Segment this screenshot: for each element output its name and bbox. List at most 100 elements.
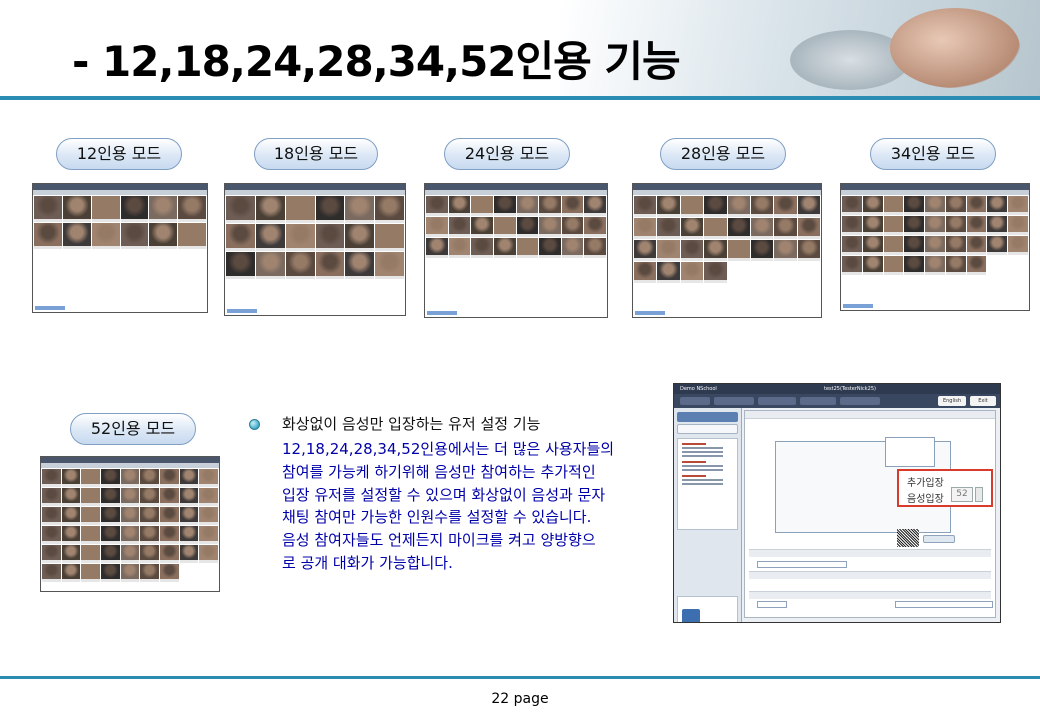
video-cell [584,217,606,237]
video-cell [987,216,1008,235]
video-cell [561,196,584,216]
video-cell [448,196,471,216]
video-cell [255,224,285,251]
video-cell [966,236,987,255]
video-cell [375,224,404,251]
video-cell [883,196,904,215]
video-cell [680,196,704,217]
video-cell [149,196,178,222]
video-cell [315,196,345,223]
video-cell [516,196,539,216]
feature-line: 로 공개 대화가 가능합니다. [282,553,453,572]
video-cell [140,526,159,544]
video-cell [493,238,516,258]
video-cell [945,196,966,215]
app-center-title: test25(TesterNick25) [824,386,876,392]
video-cell [516,238,539,258]
screenshot-52-mode [40,456,220,592]
video-cell [159,488,179,506]
feature-description: 12,18,24,28,34,52인용에서는 더 많은 사용자들의 참여를 가능… [282,438,652,575]
video-cell [375,252,404,279]
video-cell [100,488,120,506]
video-cell [987,236,1008,255]
video-cell [285,224,315,251]
video-cell [471,217,493,237]
video-cell [81,526,100,544]
video-cell [159,545,179,563]
settings-screenshot: Demo NSchool test25(TesterNick25) Englis… [673,383,1001,623]
video-cell [750,240,774,261]
video-cell [100,545,120,563]
video-cell [704,218,727,239]
video-cell [862,216,883,235]
video-cell [584,196,606,216]
video-cell [345,196,375,223]
screenshot-34-mode [840,183,1030,311]
video-cell [426,196,448,216]
video-cell [199,545,218,563]
video-cell [179,545,199,563]
video-cell [61,507,81,525]
video-cell [61,488,81,506]
spinner-arrows-icon [975,487,983,502]
video-cell [285,196,315,223]
feature-line: 입장 유저를 설정할 수 있으며 화상없이 음성과 문자 [282,485,606,504]
video-cell [42,469,61,487]
video-cell [987,196,1008,215]
mode-pill-28: 28인용 모드 [660,138,786,170]
video-cell [199,488,218,506]
video-cell [140,545,159,563]
video-cell [81,488,100,506]
video-cell [774,218,797,239]
video-cell [704,262,727,283]
video-cell [42,564,61,582]
mode-pill-52: 52인용 모드 [70,413,196,445]
video-cell [634,218,657,239]
video-cell [774,240,797,261]
video-cell [61,545,81,563]
video-cell [774,196,797,217]
video-cell [345,252,375,279]
video-cell [140,564,159,582]
video-cell [120,507,140,525]
video-cell [159,526,179,544]
video-cell [81,564,100,582]
video-cell [634,196,657,217]
screenshot-28-mode [632,183,822,318]
video-cell [226,224,255,251]
video-cell [657,262,680,283]
video-cell [704,240,727,261]
video-cell [159,469,179,487]
page-number: 22 page [491,691,549,707]
video-cell [862,256,883,275]
video-cell [945,256,966,275]
video-cell [42,488,61,506]
video-cell [120,223,149,249]
app-navbar: English Exit [674,394,1000,408]
video-cell [966,196,987,215]
mode-pill-18: 18인용 모드 [254,138,378,170]
bullet-icon [249,419,260,430]
video-cell [657,196,680,217]
video-cell [925,216,945,235]
video-cell [81,545,100,563]
video-cell [862,196,883,215]
video-cell [561,238,584,258]
callout-label: 음성입장 [907,494,944,505]
video-cell [42,507,61,525]
video-cell [61,526,81,544]
video-cell [255,252,285,279]
video-cell [904,256,925,275]
video-cell [179,469,199,487]
video-cell [140,469,159,487]
feature-line: 참여를 가능케 하기위해 음성만 참여하는 추가적인 [282,462,596,481]
video-cell [448,217,471,237]
video-cell [516,217,539,237]
video-cell [255,196,285,223]
screenshot-12-mode [32,183,208,313]
video-cell [842,236,862,255]
video-cell [120,545,140,563]
video-cell [159,564,179,582]
video-cell [226,196,255,223]
video-cell [226,252,255,279]
